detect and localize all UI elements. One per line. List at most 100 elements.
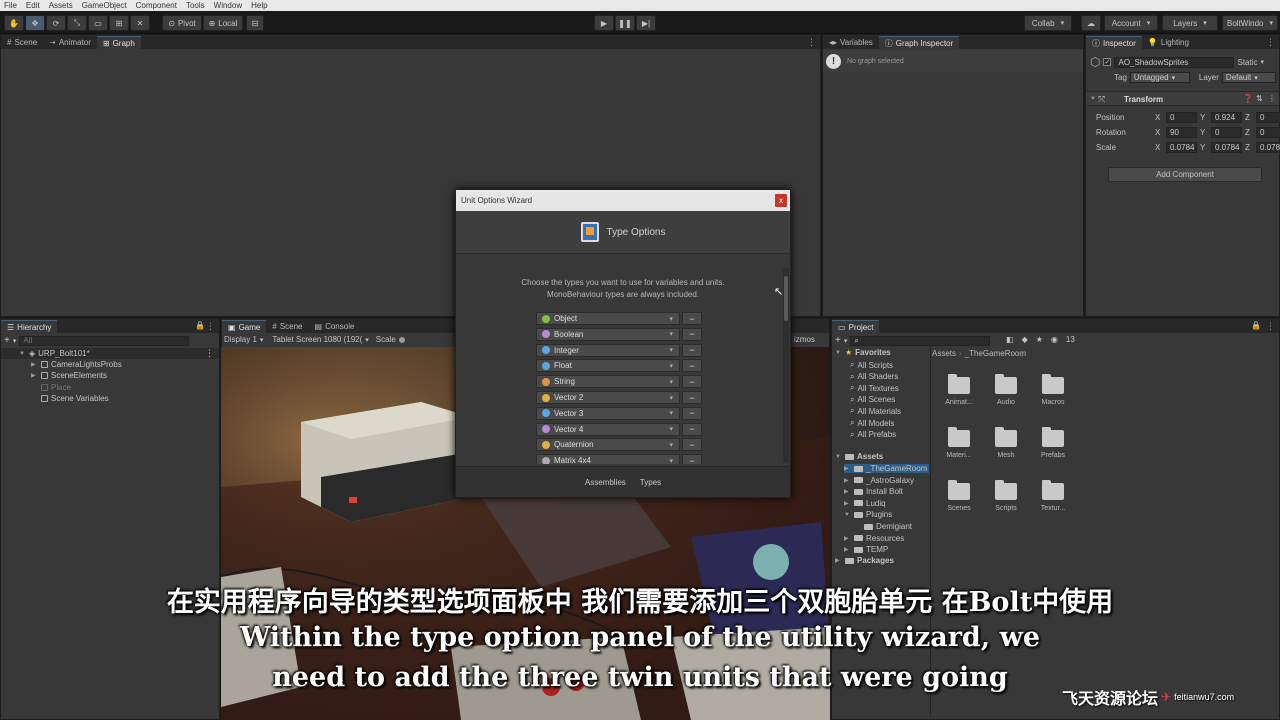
dialog-scrollbar[interactable] (783, 268, 789, 463)
asset-folder[interactable]: Macros (1033, 374, 1073, 406)
asset-folder[interactable]: Scripts (986, 480, 1026, 512)
remove-type-button[interactable]: − (682, 327, 702, 341)
project-search-input[interactable]: ⌕ (850, 335, 991, 346)
transform-field-y[interactable]: 0.924 (1211, 112, 1242, 123)
transform-field-x[interactable]: 90 (1166, 127, 1197, 138)
asset-folder[interactable]: Prefabs (1033, 427, 1073, 459)
favorite-star-icon[interactable]: ★ (1036, 335, 1043, 344)
hierarchy-search-input[interactable]: All (19, 335, 190, 346)
types-button[interactable]: Types (640, 478, 661, 487)
layer-dropdown[interactable]: Default (1221, 72, 1276, 83)
asset-tree-item[interactable]: ▶ _TheGameRoom (844, 464, 930, 473)
asset-tree-item[interactable]: ▶ TEMP (844, 545, 888, 554)
tab-animator[interactable]: ⇢ Animator (43, 36, 97, 49)
menu-edit[interactable]: Edit (26, 1, 40, 10)
transform-field-y[interactable]: 0.0784 (1211, 142, 1242, 153)
transform-field-z[interactable]: 0 (1256, 127, 1280, 138)
local-toggle[interactable]: ⊕ Local (203, 15, 243, 31)
packages-header[interactable]: ▶ Packages (835, 556, 894, 565)
menu-tools[interactable]: Tools (186, 1, 205, 10)
step-button[interactable]: ▶| (636, 15, 656, 31)
asset-folder[interactable]: Textur... (1033, 480, 1073, 512)
scene-root-menu-icon[interactable]: ⋮ (205, 348, 214, 359)
tab-lighting[interactable]: 💡 Lighting (1142, 36, 1195, 49)
add-component-button[interactable]: Add Component (1108, 167, 1262, 182)
component-menu-icon[interactable]: ⋮ (1268, 94, 1276, 103)
asset-tree-item[interactable]: Demigiant (854, 522, 912, 531)
grid-snap-icon[interactable]: ⊟ (246, 15, 264, 31)
hierarchy-item[interactable]: Scene Variables (31, 394, 109, 403)
transform-header[interactable]: ▼ ⤧ Transform ❓ ⇅ ⋮ (1086, 91, 1279, 106)
menu-assets[interactable]: Assets (49, 1, 73, 10)
asset-tree-item[interactable]: ▶ Ludiq (844, 499, 886, 508)
favorite-item[interactable]: ⌕ All Textures (850, 383, 899, 393)
remove-type-button[interactable]: − (682, 422, 702, 436)
hierarchy-item[interactable]: ▶ CameraLightsProbs (31, 360, 122, 369)
transform-expand-icon[interactable]: ▼ (1090, 96, 1097, 102)
collab-dropdown[interactable]: Collab (1024, 15, 1072, 31)
remove-type-button[interactable]: − (682, 375, 702, 389)
display-dropdown[interactable]: Display 1 (224, 335, 263, 344)
assets-expand-icon[interactable]: ▼ (835, 454, 842, 460)
tab-scene-2[interactable]: # Scene (266, 320, 308, 333)
asset-tree-expand-icon[interactable]: ▶ (844, 546, 851, 553)
hierarchy-item[interactable]: ▶ SceneElements (31, 371, 107, 380)
hidden-packages-icon[interactable]: ◉ (1051, 335, 1058, 344)
favorite-item[interactable]: ⌕ All Scripts (850, 360, 893, 370)
remove-type-button[interactable]: − (682, 454, 702, 464)
transform-field-x[interactable]: 0 (1166, 112, 1197, 123)
preset-icon[interactable]: ⇅ (1256, 94, 1263, 103)
active-checkbox[interactable]: ✓ (1103, 58, 1112, 66)
type-dropdown[interactable]: Vector 2 (536, 391, 680, 404)
remove-type-button[interactable]: − (682, 438, 702, 452)
transform-field-z[interactable]: 0 (1256, 112, 1280, 123)
remove-type-button[interactable]: − (682, 343, 702, 357)
transform-field-z[interactable]: 0.0784 (1256, 142, 1280, 153)
create-plus-icon[interactable]: + (4, 335, 10, 346)
favorite-item[interactable]: ⌕ All Scenes (850, 395, 895, 405)
scene-root-expand-icon[interactable]: ▼ (19, 351, 26, 357)
breadcrumb-assets[interactable]: Assets (932, 349, 956, 358)
tab-game[interactable]: ▣ Game (222, 320, 267, 333)
favorite-item[interactable]: ⌕ All Models (850, 418, 894, 428)
remove-type-button[interactable]: − (682, 391, 702, 404)
assets-header[interactable]: ▼ Assets (835, 452, 883, 461)
asset-tree-expand-icon[interactable]: ▶ (844, 477, 851, 484)
asset-tree-item[interactable]: ▶ _AstroGalaxy (844, 476, 914, 485)
asset-tree-expand-icon[interactable]: ▼ (844, 512, 851, 518)
tab-variables[interactable]: ◂▸ Variables (823, 36, 879, 49)
static-label[interactable]: Static (1237, 58, 1257, 67)
create-plus-icon[interactable]: + (835, 335, 841, 346)
asset-tree-expand-icon[interactable]: ▶ (844, 465, 851, 472)
type-dropdown[interactable]: Vector 3 (536, 406, 680, 420)
lock-icon[interactable]: 🔒 (1251, 321, 1261, 330)
tab-project[interactable]: ▭ Project (832, 320, 880, 333)
tab-inspector[interactable]: ⓘ Inspector (1086, 36, 1142, 49)
layers-dropdown[interactable]: Layers (1162, 15, 1218, 31)
asset-tree-expand-icon[interactable]: ▶ (844, 500, 851, 507)
favorite-item[interactable]: ⌕ All Materials (850, 406, 901, 416)
menu-help[interactable]: Help (251, 1, 267, 10)
create-chevron-down-icon[interactable]: ▾ (844, 337, 848, 345)
cloud-icon[interactable]: ☁ (1081, 15, 1101, 31)
type-dropdown[interactable]: Quaternion (536, 438, 680, 452)
asset-tree-item[interactable]: ▶ Install Bolt (844, 487, 903, 496)
asset-folder[interactable]: Animat... (939, 374, 979, 406)
breadcrumb-current[interactable]: _TheGameRoom (965, 349, 1026, 358)
transform-tool-icon[interactable]: ⊞ (109, 15, 129, 31)
tab-scene[interactable]: # Scene (1, 36, 43, 49)
tab-graph[interactable]: ⊞ Graph (96, 36, 141, 49)
favorite-item[interactable]: ⌕ All Shaders (850, 372, 898, 382)
filter-label-icon[interactable]: ◆ (1022, 335, 1028, 344)
asset-tree-item[interactable]: ▼ Plugins (844, 510, 892, 519)
help-icon[interactable]: ❓ (1243, 94, 1253, 103)
favorites-header[interactable]: ▼ ★ Favorites (835, 348, 891, 357)
gizmos-dropdown[interactable]: izmos (794, 335, 815, 344)
transform-field-x[interactable]: 0.0784 (1166, 142, 1197, 153)
type-dropdown[interactable]: Integer (536, 343, 680, 357)
tag-dropdown[interactable]: Untagged (1129, 72, 1190, 83)
tab-hierarchy[interactable]: ☰ Hierarchy (1, 320, 58, 333)
type-dropdown[interactable]: Float (536, 359, 680, 373)
play-button[interactable]: ▶ (594, 15, 614, 31)
type-dropdown[interactable]: Boolean (536, 327, 680, 341)
